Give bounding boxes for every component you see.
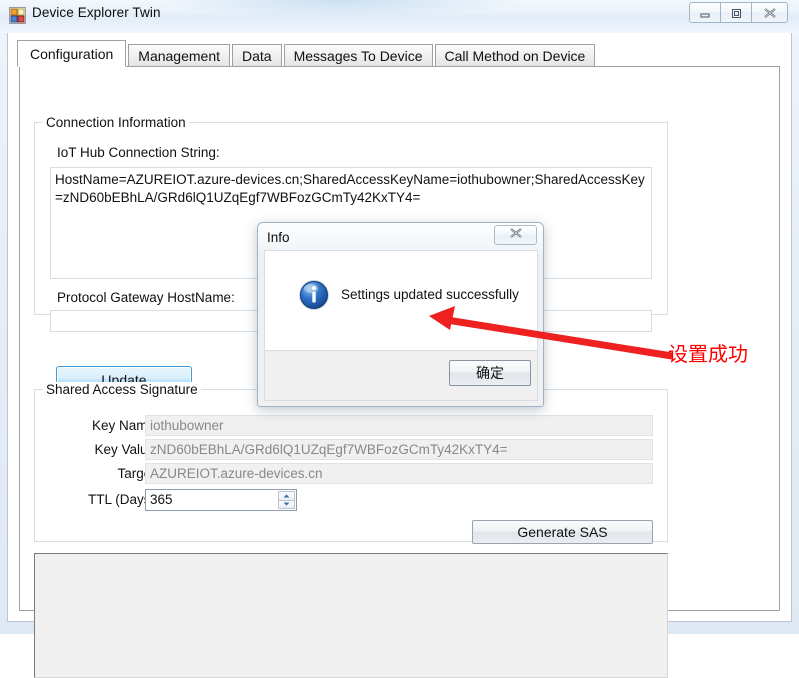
key-value-label: Key Value — [94, 442, 155, 457]
close-icon — [752, 3, 787, 22]
application-window: Device Explorer Twin Configuration Manag… — [0, 0, 799, 678]
dialog-message: Settings updated successfully — [341, 287, 519, 302]
shared-access-signature-caption: Shared Access Signature — [43, 382, 201, 397]
connection-information-caption: Connection Information — [43, 115, 189, 130]
tab-management[interactable]: Management — [128, 44, 230, 66]
dialog-ok-button[interactable]: 确定 — [449, 360, 531, 386]
tab-label: Management — [138, 47, 220, 64]
target-input[interactable]: AZUREIOT.azure-devices.cn — [145, 463, 653, 484]
minimize-button[interactable] — [689, 2, 720, 23]
dialog-body: Settings updated successfully — [264, 250, 538, 351]
close-icon — [509, 226, 523, 244]
app-form-icon — [9, 7, 26, 24]
key-name-input[interactable]: iothubowner — [145, 415, 653, 436]
tab-messages-to-device[interactable]: Messages To Device — [283, 44, 433, 66]
window-title: Device Explorer Twin — [32, 5, 161, 20]
tab-strip: Configuration Management Data Messages T… — [17, 40, 597, 67]
info-dialog: Info Settings updated successfully 确定 — [257, 222, 544, 407]
dialog-close-button[interactable] — [494, 225, 537, 245]
tab-call-method-on-device[interactable]: Call Method on Device — [434, 44, 596, 66]
dialog-ok-label: 确定 — [476, 365, 504, 381]
dialog-footer: 确定 — [264, 351, 538, 401]
tab-label: Messages To Device — [293, 47, 423, 64]
protocol-gateway-hostname-label: Protocol Gateway HostName: — [57, 290, 235, 305]
tab-configuration[interactable]: Configuration — [17, 40, 127, 67]
generate-sas-button[interactable]: Generate SAS — [472, 520, 653, 544]
ttl-days-stepper[interactable]: 365 — [145, 489, 297, 511]
maximize-button[interactable] — [720, 2, 751, 23]
key-name-label: Key Name — [91, 418, 155, 433]
close-button[interactable] — [751, 2, 788, 23]
minimize-icon — [690, 3, 720, 22]
dialog-title-bar[interactable]: Info — [258, 223, 543, 253]
target-label: Target — [117, 466, 155, 481]
tab-label: Data — [242, 47, 272, 64]
key-value-input[interactable]: zND60bEBhLA/GRd6lQ1UZqEgf7WBFozGCmTy42Kx… — [145, 439, 653, 460]
tab-label: Configuration — [30, 45, 114, 62]
ttl-days-value: 365 — [150, 492, 173, 507]
output-textarea[interactable] — [34, 553, 668, 678]
iot-hub-connection-string-label: IoT Hub Connection String: — [57, 145, 220, 160]
tab-label: Call Method on Device — [444, 47, 586, 64]
ttl-days-label: TTL (Days) — [88, 492, 155, 507]
ttl-stepper-buttons — [278, 491, 295, 509]
dialog-title: Info — [267, 230, 290, 245]
generate-sas-label: Generate SAS — [517, 524, 608, 540]
stepper-up-icon[interactable] — [278, 491, 295, 501]
window-title-bar[interactable]: Device Explorer Twin — [0, 0, 799, 33]
maximize-icon — [721, 3, 751, 22]
tab-data[interactable]: Data — [232, 44, 282, 66]
stepper-down-icon[interactable] — [278, 500, 295, 509]
information-icon — [298, 279, 330, 311]
shared-access-signature-group: Shared Access Signature Key Name iothubo… — [34, 382, 668, 544]
